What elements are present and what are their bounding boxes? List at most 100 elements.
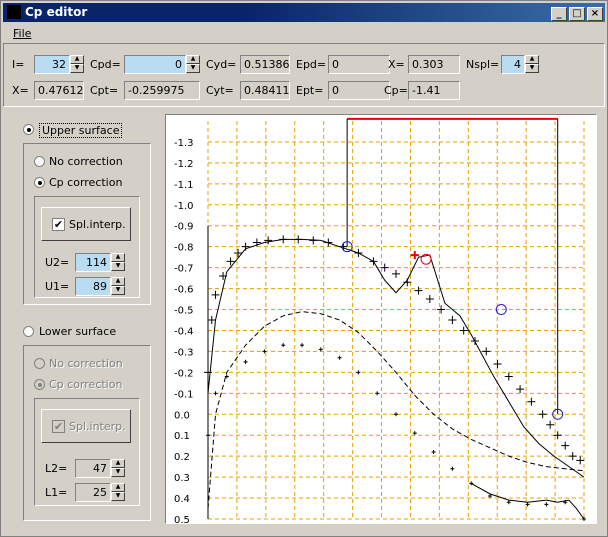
- y-tick-label: 0.1: [174, 431, 190, 442]
- upper-no-correction-radio[interactable]: [34, 156, 45, 167]
- upper-data-point: [482, 347, 491, 356]
- lower-interp-group: ✔ Spl.interp. L2= 47 ▲ ▼ L1= 25 ▲ ▼: [34, 398, 140, 506]
- cp-plot-frame[interactable]: -1.3 -1.2 -1.1 -1.0 -0.9 -0.8 -0.7 -0.6 -0.5 -0.4…: [165, 114, 597, 526]
- upper-spl-interp-checkbox[interactable]: ✔: [52, 218, 65, 231]
- upper-data-point: [561, 441, 570, 450]
- l1-field[interactable]: 25: [75, 483, 111, 502]
- nspl-label: Nspl=: [466, 58, 500, 71]
- nspl-spinner[interactable]: ▲ ▼: [525, 55, 539, 74]
- cyd-field: 0.513863: [240, 55, 290, 74]
- upper-data-point: [392, 269, 400, 278]
- cp-plot[interactable]: -1.3 -1.2 -1.1 -1.0 -0.9 -0.8 -0.7 -0.6 -0.5 -0.4…: [166, 115, 596, 526]
- cyd-label: Cyd=: [206, 58, 237, 71]
- selected-point-plus: [410, 251, 419, 260]
- lower-surface-group: No correction Cp correction ✔ Spl.interp…: [23, 345, 151, 521]
- lower-tail-curve: [470, 482, 585, 520]
- cpt-field: -0.259975: [124, 81, 200, 100]
- upper-data-point: [576, 456, 585, 465]
- upper-data-point: [504, 372, 513, 381]
- upper-surface-radio[interactable]: [23, 124, 34, 135]
- l2-field[interactable]: 47: [75, 459, 111, 478]
- u1-field[interactable]: 89: [75, 277, 111, 296]
- app-icon: [7, 5, 21, 19]
- upper-data-point: [493, 359, 502, 368]
- i-field[interactable]: 32: [34, 55, 70, 74]
- i-spinner[interactable]: ▲ ▼: [70, 55, 84, 74]
- y-tick-label: -0.3: [174, 347, 194, 358]
- lower-surface-radio[interactable]: [23, 326, 34, 337]
- upper-surface-label[interactable]: Upper surface: [39, 123, 123, 138]
- cp-editor-window: Cp editor _ □ × File I= 32 ▲ ▼ Cpd= 0 ▲ ▼ …: [0, 0, 608, 537]
- y-tick-label: -0.9: [174, 222, 194, 233]
- y-tick-label: -0.4: [174, 326, 194, 337]
- lower-data-point: [506, 500, 511, 505]
- y-tick-label: 0.3: [174, 473, 190, 484]
- upper-data-point: [538, 410, 547, 419]
- y-tick-label: 0.4: [174, 494, 190, 505]
- nspl-field[interactable]: 4: [501, 55, 525, 74]
- lower-cp-correction-radio[interactable]: [34, 379, 45, 390]
- lower-cp-correction-label[interactable]: Cp correction: [49, 378, 122, 391]
- ept-label: Ept=: [296, 84, 324, 97]
- fields-panel: I= 32 ▲▼ Cpd= 0 ▲▼ Cyd= 0.513863 Epd= 0 …: [3, 43, 605, 107]
- upper-spl-interp-button[interactable]: ✔ Spl.interp.: [41, 207, 131, 241]
- lower-spl-interp-checkbox[interactable]: ✔: [52, 420, 65, 433]
- upper-no-correction-label[interactable]: No correction: [49, 155, 123, 168]
- y-tick-label: -0.5: [174, 306, 194, 317]
- y-tick-label: -1.0: [174, 201, 194, 212]
- y-tick-label: -0.1: [174, 389, 194, 400]
- u2-label: U2=: [45, 256, 70, 269]
- menu-bar: File: [3, 24, 605, 42]
- epd-label: Epd=: [296, 58, 327, 71]
- u1-label: U1=: [45, 280, 70, 293]
- upper-data-point: [211, 290, 220, 299]
- l2-spinner[interactable]: ▲ ▼: [111, 459, 125, 478]
- cpd-field[interactable]: 0: [124, 55, 186, 74]
- lower-spl-interp-button[interactable]: ✔ Spl.interp.: [41, 409, 131, 443]
- upper-data-point: [234, 248, 243, 257]
- y-tick-label: -1.3: [174, 138, 194, 149]
- cyt-field: 0.484114: [240, 81, 290, 100]
- y-tick-label: -0.6: [174, 285, 194, 296]
- maximize-button[interactable]: □: [569, 7, 585, 21]
- lower-data-point: [544, 502, 549, 507]
- y-tick-label: -1.2: [174, 159, 194, 170]
- y-tick-label: 0.0: [174, 410, 190, 421]
- lower-no-correction-label[interactable]: No correction: [49, 357, 123, 370]
- lower-data-point: [281, 343, 286, 348]
- lower-data-point: [356, 370, 361, 375]
- lower-data-point: [337, 355, 342, 360]
- upper-data-point: [568, 452, 577, 461]
- cpd-label: Cpd=: [90, 58, 121, 71]
- title-bar: Cp editor _ □ ×: [3, 3, 605, 22]
- cpd-spinner[interactable]: ▲ ▼: [186, 55, 200, 74]
- upper-data-point: [516, 385, 525, 394]
- window-title: Cp editor: [25, 5, 88, 19]
- upper-cp-correction-radio[interactable]: [34, 177, 45, 188]
- upper-data-point: [546, 420, 555, 429]
- upper-interp-group: ✔ Spl.interp. U2= 114 ▲ ▼ U1= 89 ▲ ▼: [34, 196, 140, 298]
- cyt-label: Cyt=: [206, 84, 234, 97]
- cpt-label: Cpt=: [90, 84, 119, 97]
- cp-label: Cp=: [384, 84, 408, 97]
- u2-field[interactable]: 114: [75, 253, 111, 272]
- close-button[interactable]: ×: [587, 7, 603, 21]
- lower-no-correction-radio[interactable]: [34, 358, 45, 369]
- lower-spl-interp-label: Spl.interp.: [69, 420, 126, 433]
- menu-file[interactable]: File: [13, 27, 31, 40]
- y-tick-label: -1.1: [174, 180, 194, 191]
- lower-data-point: [318, 347, 323, 352]
- lower-surface-label[interactable]: Lower surface: [39, 325, 116, 338]
- l2-label: L2=: [45, 462, 68, 475]
- upper-cp-correction-label[interactable]: Cp correction: [49, 176, 122, 189]
- upper-data-point: [527, 397, 536, 406]
- minimize-button[interactable]: _: [551, 7, 567, 21]
- epd-field: 0: [328, 55, 390, 74]
- lower-data-point: [213, 391, 218, 396]
- x-label: X=: [388, 58, 405, 71]
- u1-spinner[interactable]: ▲ ▼: [111, 277, 125, 296]
- u2-spinner[interactable]: ▲ ▼: [111, 253, 125, 272]
- l1-spinner[interactable]: ▲ ▼: [111, 483, 125, 502]
- lower-data-point: [300, 343, 304, 348]
- x2-label: X=: [12, 84, 29, 97]
